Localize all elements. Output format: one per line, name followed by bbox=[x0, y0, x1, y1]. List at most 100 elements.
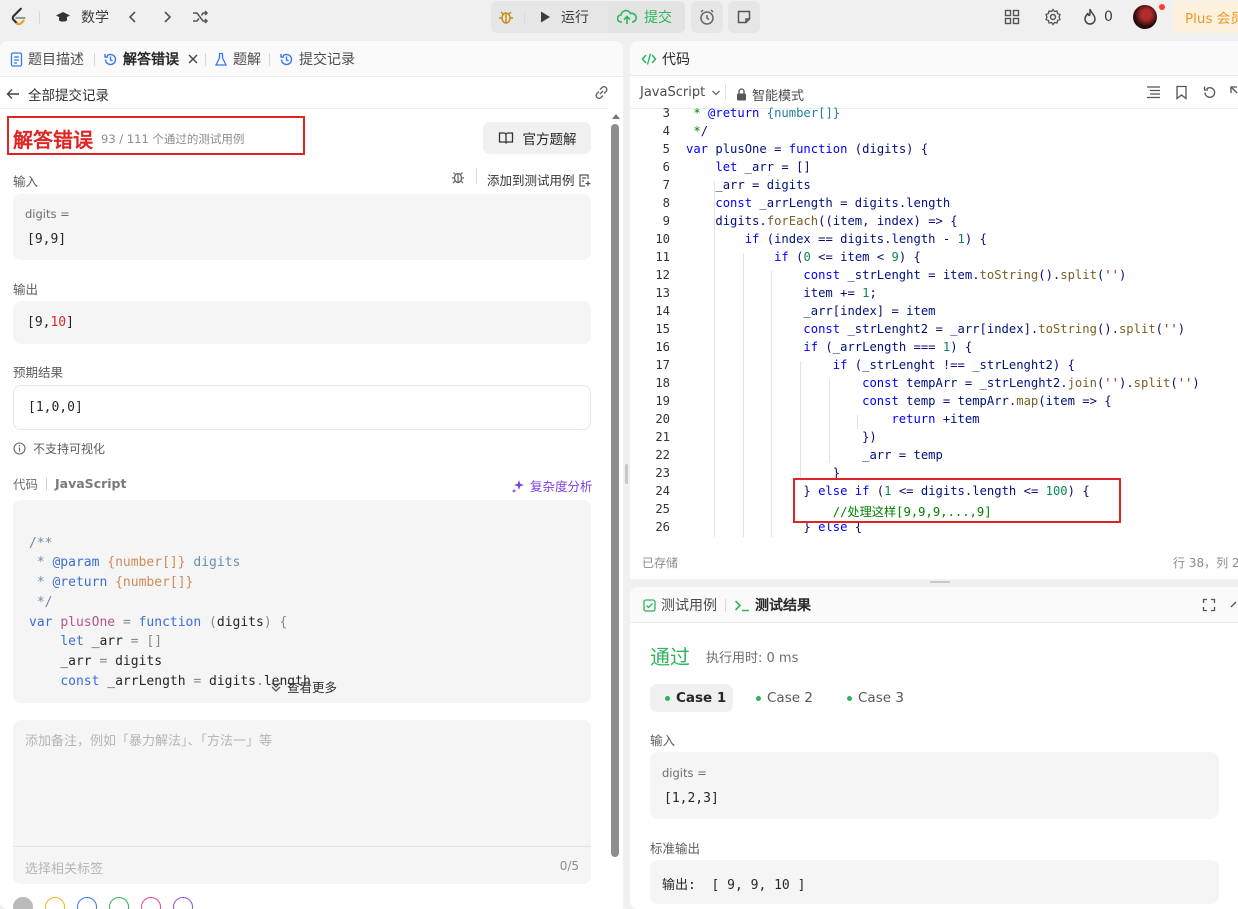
run-button[interactable]: 运行 bbox=[538, 0, 589, 34]
panel-resize-handle[interactable] bbox=[625, 464, 628, 484]
alarm-clock-icon[interactable] bbox=[691, 1, 723, 33]
editor-code-line[interactable]: digits.forEach((item, index) => { bbox=[686, 214, 957, 228]
editor-code-line[interactable]: const _strLenght = item.toString().split… bbox=[686, 268, 1126, 282]
scroll-up-arrow-icon[interactable] bbox=[612, 114, 620, 119]
panel-resize-handle[interactable] bbox=[930, 581, 950, 583]
editor-code-line[interactable]: let _arr = [] bbox=[686, 160, 810, 174]
cursor-position: 行 38，列 26 bbox=[1173, 556, 1238, 570]
add-to-testcase-button[interactable]: 添加到测试用例 bbox=[487, 170, 592, 189]
editor-code-line[interactable]: _arr[index] = item bbox=[686, 304, 935, 318]
note-placeholder: 添加备注，例如「暴力解法」、「方法一」等 bbox=[25, 734, 273, 749]
line-number: 15 bbox=[655, 322, 670, 336]
line-number: 22 bbox=[655, 448, 670, 462]
note-area[interactable]: 添加备注，例如「暴力解法」、「方法一」等 选择相关标签 0/5 bbox=[13, 720, 591, 884]
streak-counter[interactable]: 0 bbox=[1082, 0, 1113, 34]
collapse-icon[interactable] bbox=[1230, 598, 1238, 612]
complexity-analysis-button[interactable]: 复杂度分析 bbox=[511, 476, 593, 495]
streak-count: 0 bbox=[1104, 9, 1113, 25]
editor-code-line[interactable]: _arr = digits bbox=[686, 178, 810, 192]
case-tab-1[interactable]: Case 1 bbox=[665, 684, 726, 712]
language-select[interactable]: JavaScript bbox=[640, 85, 721, 100]
prev-problem-icon[interactable] bbox=[125, 0, 141, 34]
reset-code-icon[interactable] bbox=[1202, 85, 1217, 100]
shuffle-icon[interactable] bbox=[191, 0, 209, 34]
tab-wrong-answer-label: 解答错误 bbox=[123, 52, 179, 68]
editor-code-line[interactable]: * @return {number[]} bbox=[686, 106, 840, 120]
avatar[interactable] bbox=[1133, 5, 1157, 29]
problem-list-title: 数学 bbox=[81, 10, 109, 26]
view-more-button[interactable]: 查看更多 bbox=[270, 677, 337, 696]
editor-status-bar: 已存储 行 38，列 26 bbox=[630, 537, 1238, 579]
code-line: var plusOne = function (digits) { bbox=[29, 614, 288, 630]
bookmark-icon[interactable] bbox=[1175, 85, 1188, 100]
result-status: 通过 bbox=[650, 645, 690, 669]
tab-solutions[interactable]: 题解 bbox=[214, 41, 261, 77]
editor-code-line[interactable]: return +item bbox=[686, 412, 979, 426]
editor-code-line[interactable]: const tempArr = _strLenght2.join('').spl… bbox=[686, 376, 1200, 390]
editor-code-line[interactable]: var plusOne = function (digits) { bbox=[686, 142, 928, 156]
code-preview: /** * @param {number[]} digits * @return… bbox=[29, 514, 311, 731]
editor-code-line[interactable]: if (0 <= item < 9) { bbox=[686, 250, 921, 264]
editor-code-line[interactable]: */ bbox=[686, 124, 708, 138]
editor-code-line[interactable]: if (index == digits.length - 1) { bbox=[686, 232, 987, 246]
code-tab-bar: 代码 bbox=[630, 41, 1238, 76]
divider bbox=[0, 108, 609, 109]
link-icon[interactable] bbox=[593, 84, 610, 101]
back-to-submissions-link[interactable]: 全部提交记录 bbox=[6, 84, 109, 104]
line-number: 19 bbox=[655, 394, 670, 408]
line-number: 5 bbox=[662, 142, 670, 156]
expected-label: 预期结果 bbox=[13, 365, 64, 380]
tab-code[interactable]: 代码 bbox=[641, 41, 690, 76]
code-line: const _arrLength = digits.length bbox=[60, 673, 311, 689]
input-label: 输入 bbox=[13, 174, 39, 189]
submit-button[interactable]: 提交 bbox=[617, 0, 672, 34]
tab-wrong-answer[interactable]: 解答错误 bbox=[103, 41, 198, 77]
no-visualization-label: 不支持可视化 bbox=[33, 442, 106, 456]
plus-label: Plus 会员 bbox=[1185, 11, 1238, 27]
maximize-icon[interactable] bbox=[1202, 598, 1216, 612]
editor-code-line[interactable]: if (_strLenght !== _strLenght2) { bbox=[686, 358, 1075, 372]
expand-icon[interactable] bbox=[1229, 85, 1238, 100]
document-plus-icon bbox=[578, 173, 592, 187]
document-icon bbox=[10, 51, 23, 67]
line-number: 26 bbox=[655, 520, 670, 534]
tag-select-placeholder[interactable]: 选择相关标签 bbox=[25, 858, 103, 877]
line-number: 3 bbox=[662, 106, 670, 120]
problem-list-button[interactable]: 数学 bbox=[55, 0, 109, 34]
settings-gear-icon[interactable] bbox=[1044, 0, 1062, 34]
debug-icon[interactable] bbox=[497, 0, 515, 34]
line-number: 11 bbox=[655, 250, 670, 264]
debug-icon[interactable] bbox=[450, 169, 466, 185]
editor-code-line[interactable]: const _arrLength = digits.length bbox=[686, 196, 950, 210]
editor-code-line[interactable]: if (_arrLength === 1) { bbox=[686, 340, 972, 354]
input-box: digits = [9,9] bbox=[13, 194, 591, 260]
tab-test-result[interactable]: 测试结果 bbox=[734, 587, 811, 623]
line-number: 10 bbox=[655, 232, 670, 246]
case-tab-2[interactable]: Case 2 bbox=[756, 684, 813, 712]
tab-submissions[interactable]: 提交记录 bbox=[279, 41, 355, 77]
format-code-icon[interactable] bbox=[1146, 85, 1161, 99]
line-number: 4 bbox=[662, 124, 670, 138]
leetcode-logo-icon[interactable] bbox=[8, 0, 30, 34]
close-tab-icon[interactable] bbox=[188, 54, 198, 64]
tab-testcase[interactable]: 测试用例 bbox=[643, 587, 717, 623]
editor-code-line[interactable]: const temp = tempArr.map(item => { bbox=[686, 394, 1112, 408]
tab-description[interactable]: 题目描述 bbox=[10, 41, 84, 77]
next-problem-icon[interactable] bbox=[159, 0, 175, 34]
layout-grid-icon[interactable] bbox=[1004, 0, 1020, 34]
smart-mode-toggle[interactable]: 智能模式 bbox=[736, 85, 804, 104]
official-solution-button[interactable]: 官方题解 bbox=[483, 122, 591, 154]
left-scrollbar-thumb[interactable] bbox=[611, 124, 619, 857]
editor-code-line[interactable]: _arr = temp bbox=[686, 448, 943, 462]
code-line: _arr = digits bbox=[29, 653, 163, 669]
history-icon bbox=[279, 52, 294, 67]
note-icon[interactable] bbox=[728, 1, 760, 33]
editor-code-line[interactable]: const _strLenght2 = _arr[index].toString… bbox=[686, 322, 1185, 336]
plus-membership-button[interactable]: Plus 会员 bbox=[1173, 1, 1238, 33]
code-language: JavaScript bbox=[55, 476, 127, 491]
case-tab-3[interactable]: Case 3 bbox=[847, 684, 904, 712]
line-number: 12 bbox=[655, 268, 670, 282]
result-input-var: digits = bbox=[662, 766, 707, 780]
info-icon bbox=[13, 442, 26, 455]
runtime-text: 执行用时: 0 ms bbox=[706, 651, 799, 666]
